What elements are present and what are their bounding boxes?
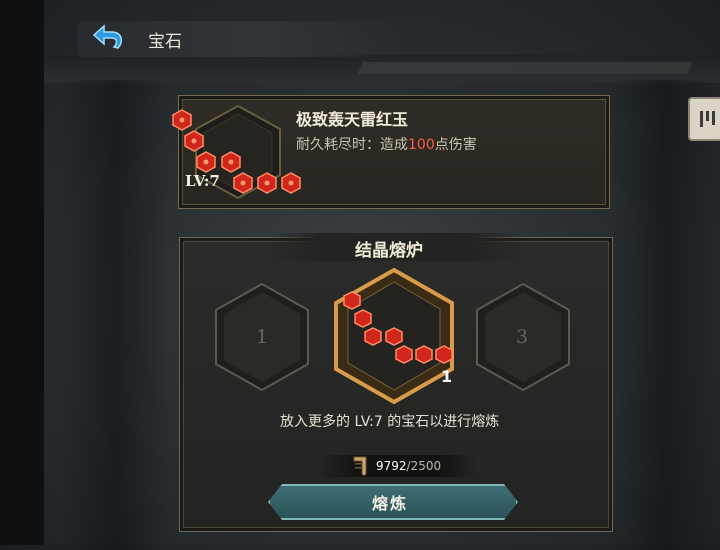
slot-3-label: 3 bbox=[516, 326, 529, 348]
background-pillar bbox=[610, 80, 720, 550]
cost-required: /2500 bbox=[406, 459, 442, 473]
background-pillar bbox=[60, 80, 170, 550]
gem-damage-value: 100 bbox=[408, 137, 435, 153]
cost-current: 9792 bbox=[376, 459, 407, 473]
gem-desc-suffix: 点伤害 bbox=[434, 137, 477, 153]
gem-level-label: LV:7 bbox=[185, 172, 220, 190]
gem-description: 耐久耗尽时：造成100点伤害 bbox=[296, 134, 477, 154]
side-tab-button[interactable] bbox=[688, 97, 720, 141]
slot-2-gem-chain-icon bbox=[343, 291, 453, 364]
slot-1-label: 1 bbox=[256, 326, 269, 348]
slot-2-count: 1 bbox=[441, 367, 453, 386]
bars-icon bbox=[700, 111, 715, 127]
back-button[interactable] bbox=[90, 22, 130, 56]
furnace-hint: 放入更多的 LV:7 的宝石以进行熔炼 bbox=[280, 414, 500, 430]
cost-amount: 9792/2500 bbox=[376, 459, 441, 473]
left-edge bbox=[0, 0, 44, 545]
smelt-button-label: 熔炼 bbox=[372, 494, 409, 513]
gem-desc-prefix: 耐久耗尽时：造成 bbox=[296, 137, 408, 153]
ceiling-beam bbox=[357, 62, 693, 74]
gem-name: 极致轰天雷红玉 bbox=[296, 110, 409, 129]
scroll-icon bbox=[353, 456, 367, 476]
header: 宝石 bbox=[60, 13, 408, 65]
page-title: 宝石 bbox=[148, 32, 182, 52]
back-arrow-icon bbox=[92, 24, 123, 49]
furnace-title: 结晶熔炉 bbox=[355, 241, 423, 261]
